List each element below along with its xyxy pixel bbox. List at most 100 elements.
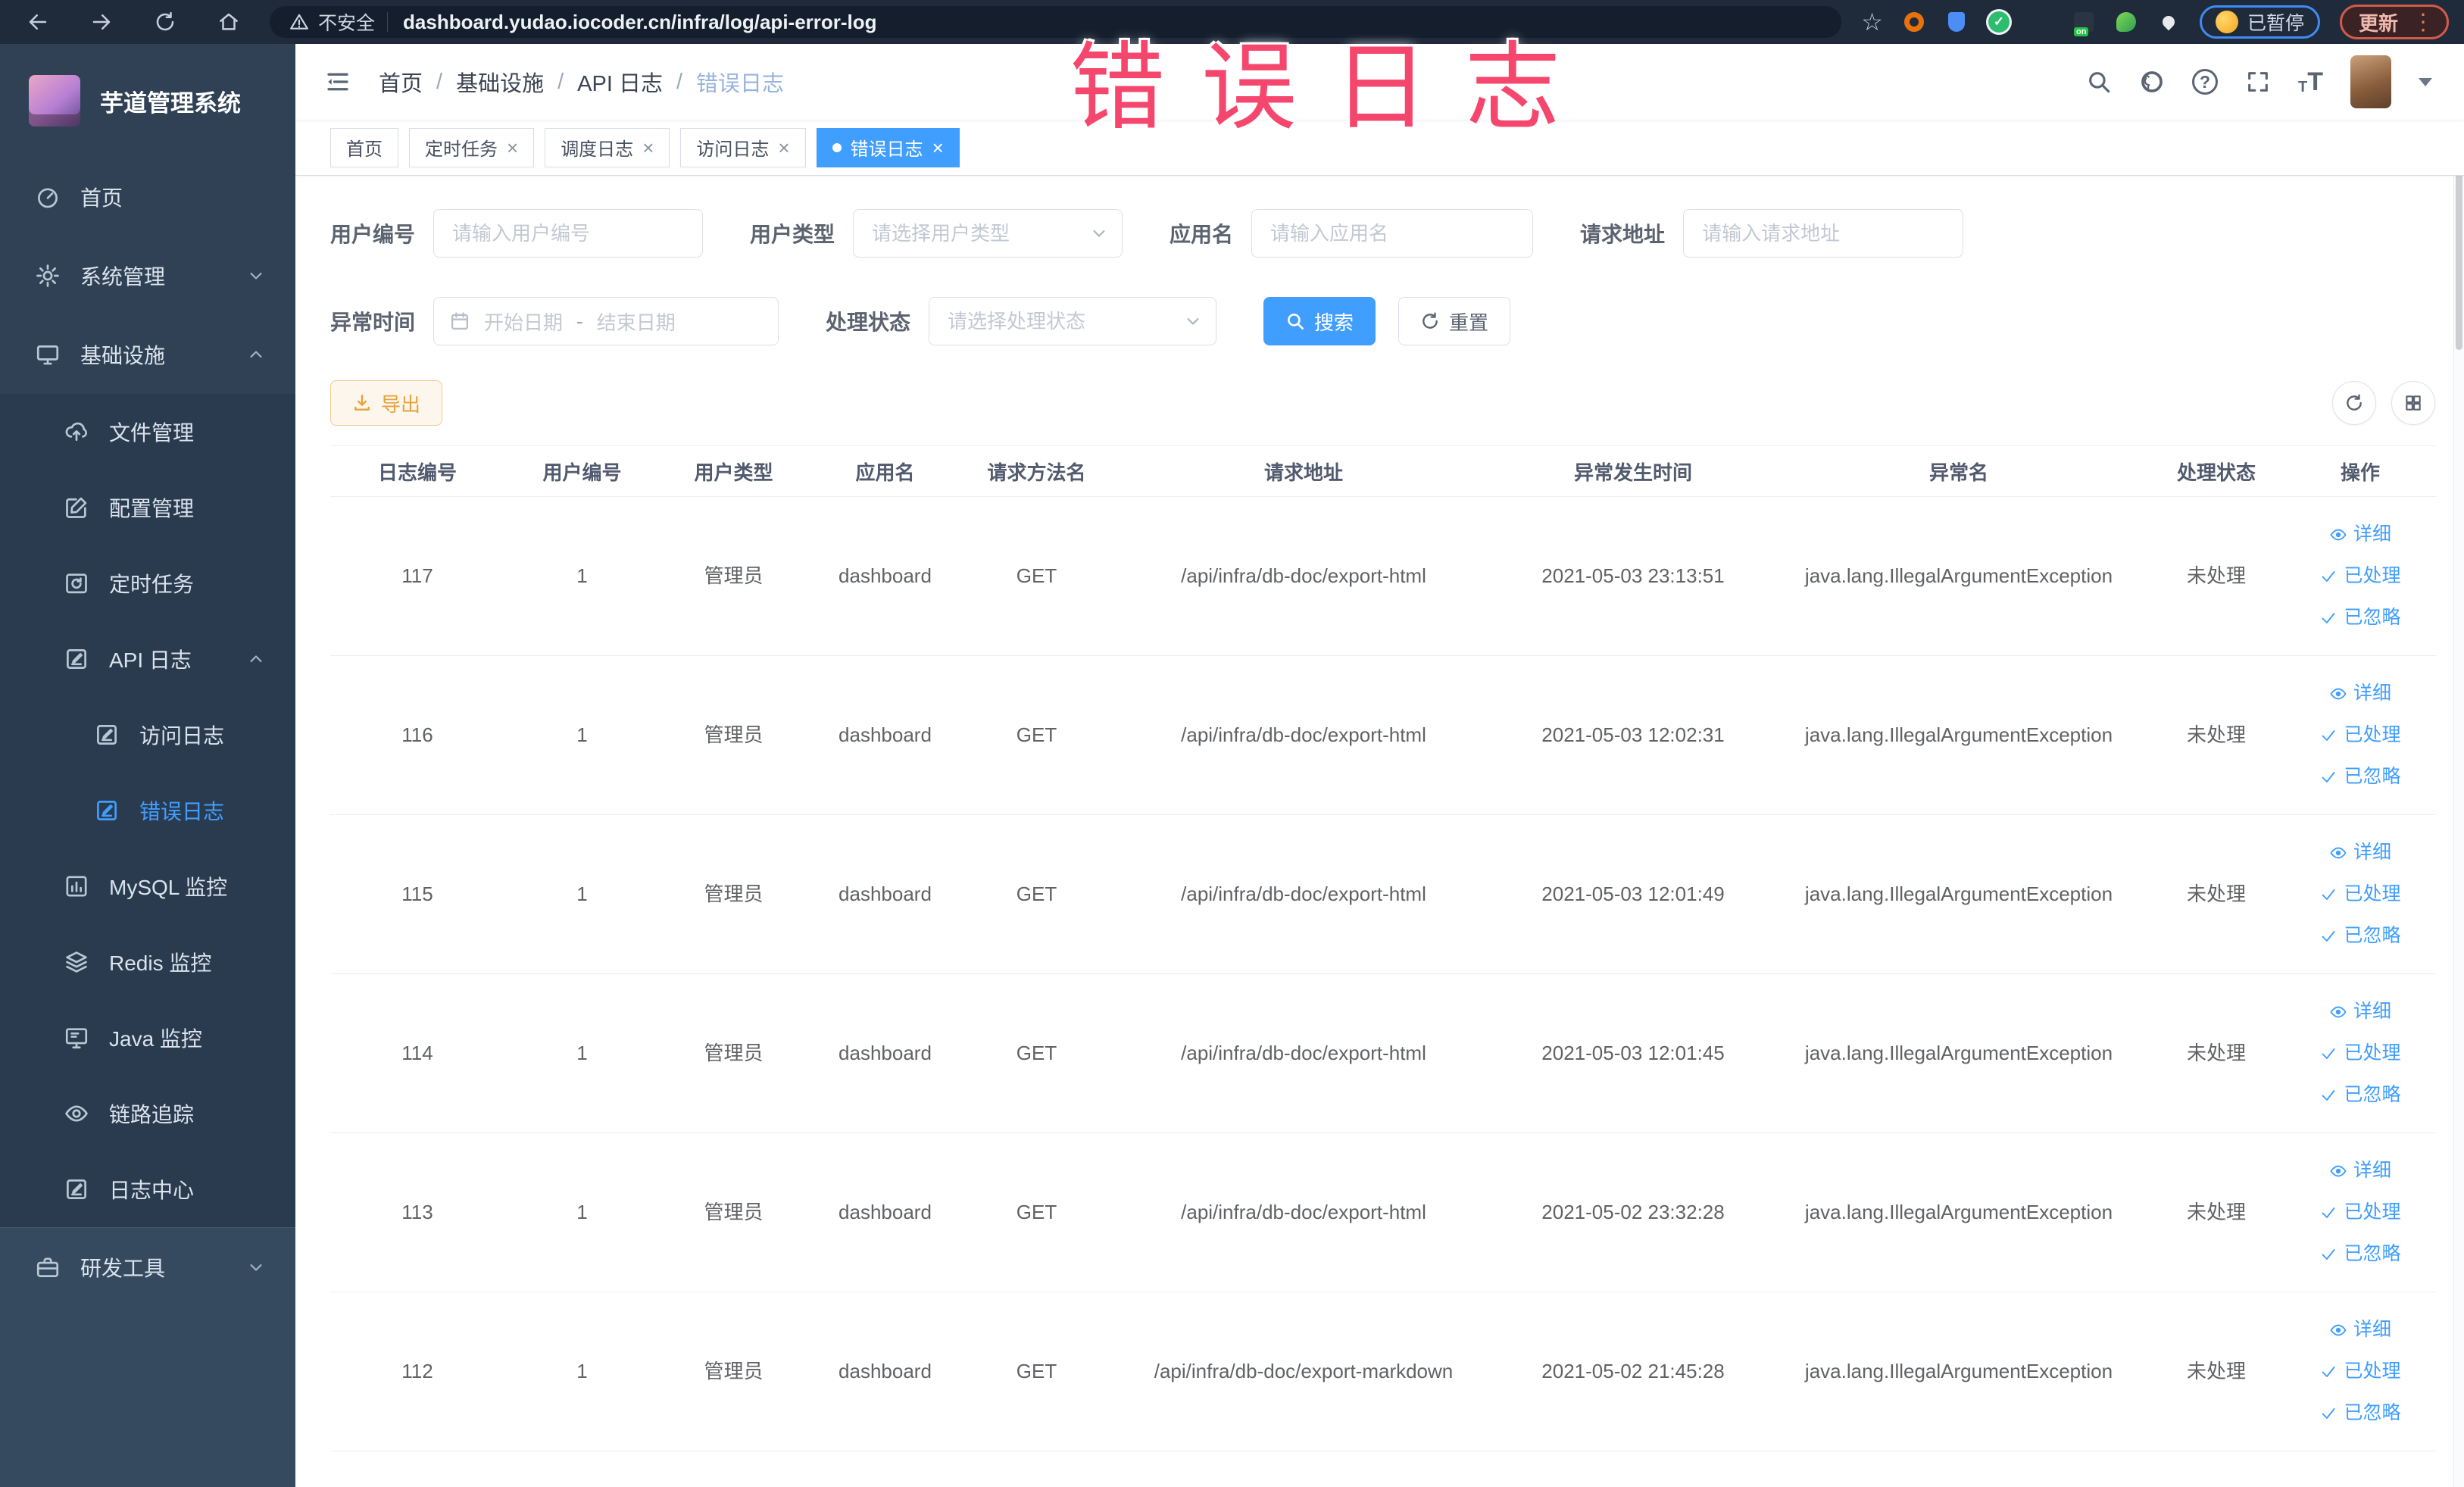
table-cell-url: /api/infra/db-doc/export-html <box>1181 883 1426 906</box>
action-link-ignored[interactable]: 已忽略 <box>2319 1400 2401 1426</box>
refresh-table-icon[interactable] <box>2332 381 2376 425</box>
action-link-detail[interactable]: 详细 <box>2329 1317 2391 1343</box>
user-type-select[interactable] <box>854 221 1123 245</box>
action-link-detail[interactable]: 详细 <box>2329 1157 2391 1184</box>
action-link-processed[interactable]: 已处理 <box>2319 1358 2401 1385</box>
action-link-detail[interactable]: 详细 <box>2329 680 2391 707</box>
view-icon <box>2329 1162 2347 1180</box>
breadcrumb-item[interactable]: 基础设施 <box>456 66 544 98</box>
browser-reload-icon[interactable] <box>150 7 180 37</box>
sidebar-item-redis-monitor[interactable]: Redis 监控 <box>0 924 295 1000</box>
tab-home[interactable]: 首页 <box>330 127 398 167</box>
action-link-detail[interactable]: 详细 <box>2329 839 2391 866</box>
browser-update-button[interactable]: 更新 ⋮ <box>2339 5 2449 39</box>
sidebar-item-config-management[interactable]: 配置管理 <box>0 470 295 545</box>
sidebar-bottom-section: 研发工具 <box>0 1227 295 1487</box>
help-icon[interactable]: ? <box>2192 69 2218 95</box>
sidebar-item-system-management[interactable]: 系统管理 <box>0 236 295 315</box>
table-cell-operations: 详细 已处理 已忽略 <box>2284 521 2436 631</box>
table-cell-userType: 管理员 <box>704 723 764 747</box>
date-range-picker[interactable]: 开始日期 - 结束日期 <box>433 297 779 345</box>
table-cell-method: GET <box>1016 1201 1057 1224</box>
sidebar-item-log-center[interactable]: 日志中心 <box>0 1151 295 1227</box>
app-name-label: 应用名 <box>1170 223 1234 246</box>
browser-forward-icon[interactable] <box>86 7 117 37</box>
avatar-caret-icon[interactable] <box>2419 77 2432 86</box>
sidebar-item-file-management[interactable]: 文件管理 <box>0 394 295 470</box>
export-button[interactable]: 导出 <box>330 380 443 426</box>
user-id-input[interactable] <box>434 221 703 245</box>
tab-access-log[interactable]: 访问日志 × <box>680 127 806 167</box>
tab-schedule-log[interactable]: 调度日志 × <box>545 127 670 167</box>
sidebar-item-access-log[interactable]: 访问日志 <box>0 697 295 773</box>
app-logo[interactable]: 芋道管理系统 <box>0 44 295 158</box>
page-scrollbar[interactable] <box>2453 44 2464 1487</box>
action-link-processed[interactable]: 已处理 <box>2319 563 2401 589</box>
github-icon[interactable] <box>2139 69 2165 95</box>
extension-green-check-icon[interactable]: ✓ <box>1988 11 2010 33</box>
action-link-processed[interactable]: 已处理 <box>2319 1199 2401 1226</box>
check-icon <box>2319 927 2338 945</box>
request-url-input[interactable] <box>1684 221 1963 245</box>
search-icon[interactable] <box>2086 69 2112 95</box>
search-button[interactable]: 搜索 <box>1263 297 1376 345</box>
browser-home-icon[interactable] <box>214 7 244 37</box>
not-secure-warning-icon <box>289 12 309 32</box>
extension-blue-icon[interactable] <box>1945 11 1968 33</box>
sidebar-item-home[interactable]: 首页 <box>0 158 295 236</box>
user-avatar[interactable] <box>2350 55 2391 108</box>
extension-on-switch-icon[interactable]: on <box>2072 11 2095 36</box>
sidebar-item-java-monitor[interactable]: Java 监控 <box>0 1000 295 1076</box>
paused-badge[interactable]: 已暂停 <box>2199 5 2320 39</box>
extension-grid-icon[interactable] <box>2030 11 2053 33</box>
process-status-select[interactable] <box>929 309 1216 333</box>
table-cell-method: GET <box>1016 564 1057 588</box>
action-link-ignored[interactable]: 已忽略 <box>2319 1241 2401 1267</box>
close-icon[interactable]: × <box>932 138 944 158</box>
browser-back-icon[interactable] <box>23 7 53 37</box>
close-icon[interactable]: × <box>507 138 518 158</box>
reset-button[interactable]: 重置 <box>1398 297 1511 345</box>
action-link-detail[interactable]: 详细 <box>2329 998 2391 1025</box>
breadcrumb-item[interactable]: 首页 <box>379 66 423 98</box>
active-tab-dot <box>832 142 842 152</box>
action-link-processed[interactable]: 已处理 <box>2319 881 2401 908</box>
extension-orange-icon[interactable] <box>1903 11 1925 33</box>
sidebar-item-mysql-monitor[interactable]: MySQL 监控 <box>0 848 295 924</box>
security-badge[interactable]: 不安全 <box>318 8 375 36</box>
bookmark-star-icon[interactable]: ☆ <box>1861 10 1883 34</box>
sidebar-item-scheduled-tasks[interactable]: 定时任务 <box>0 545 295 621</box>
doc-edit-icon <box>94 798 120 823</box>
sidebar-item-infrastructure[interactable]: 基础设施 <box>0 315 295 394</box>
action-link-ignored[interactable]: 已忽略 <box>2319 923 2401 949</box>
address-bar[interactable]: 不安全 dashboard.yudao.iocoder.cn/infra/log… <box>270 6 1842 38</box>
sidebar-item-error-log[interactable]: 错误日志 <box>0 773 295 848</box>
fullscreen-icon[interactable] <box>2245 69 2271 95</box>
close-icon[interactable]: × <box>642 138 654 158</box>
action-link-processed[interactable]: 已处理 <box>2319 722 2401 748</box>
tab-error-log[interactable]: 错误日志 × <box>816 127 960 167</box>
extension-leaf-icon[interactable] <box>2115 11 2138 33</box>
sidebar-item-trace[interactable]: 链路追踪 <box>0 1076 295 1151</box>
tab-scheduled-tasks[interactable]: 定时任务 × <box>409 127 535 167</box>
action-link-ignored[interactable]: 已忽略 <box>2319 764 2401 790</box>
close-icon[interactable]: × <box>778 138 789 158</box>
gear-icon <box>35 263 61 289</box>
filter-row-2: 异常时间 开始日期 - 结束日期 处理状态 请选择处理状态 搜索 重置 <box>330 297 2435 345</box>
action-link-ignored[interactable]: 已忽略 <box>2319 604 2401 631</box>
sidebar-item-dev-tools[interactable]: 研发工具 <box>0 1228 295 1307</box>
action-label: 已处理 <box>2344 1042 2401 1064</box>
app-name-input[interactable] <box>1252 221 1533 245</box>
sidebar-item-api-log[interactable]: API 日志 <box>0 621 295 697</box>
column-settings-icon[interactable] <box>2391 381 2435 425</box>
browser-menu-icon[interactable]: ⋮ <box>2412 9 2434 36</box>
action-link-processed[interactable]: 已处理 <box>2319 1040 2401 1067</box>
export-button-label: 导出 <box>381 392 421 416</box>
action-link-detail[interactable]: 详细 <box>2329 521 2391 548</box>
sidebar-toggle-icon[interactable] <box>321 65 354 98</box>
breadcrumb-item[interactable]: API 日志 <box>577 66 663 98</box>
extension-pin-icon[interactable] <box>2157 11 2180 33</box>
action-link-ignored[interactable]: 已忽略 <box>2319 1082 2401 1108</box>
chevron-up-icon <box>245 344 267 365</box>
font-size-icon[interactable]: TT <box>2298 69 2323 95</box>
